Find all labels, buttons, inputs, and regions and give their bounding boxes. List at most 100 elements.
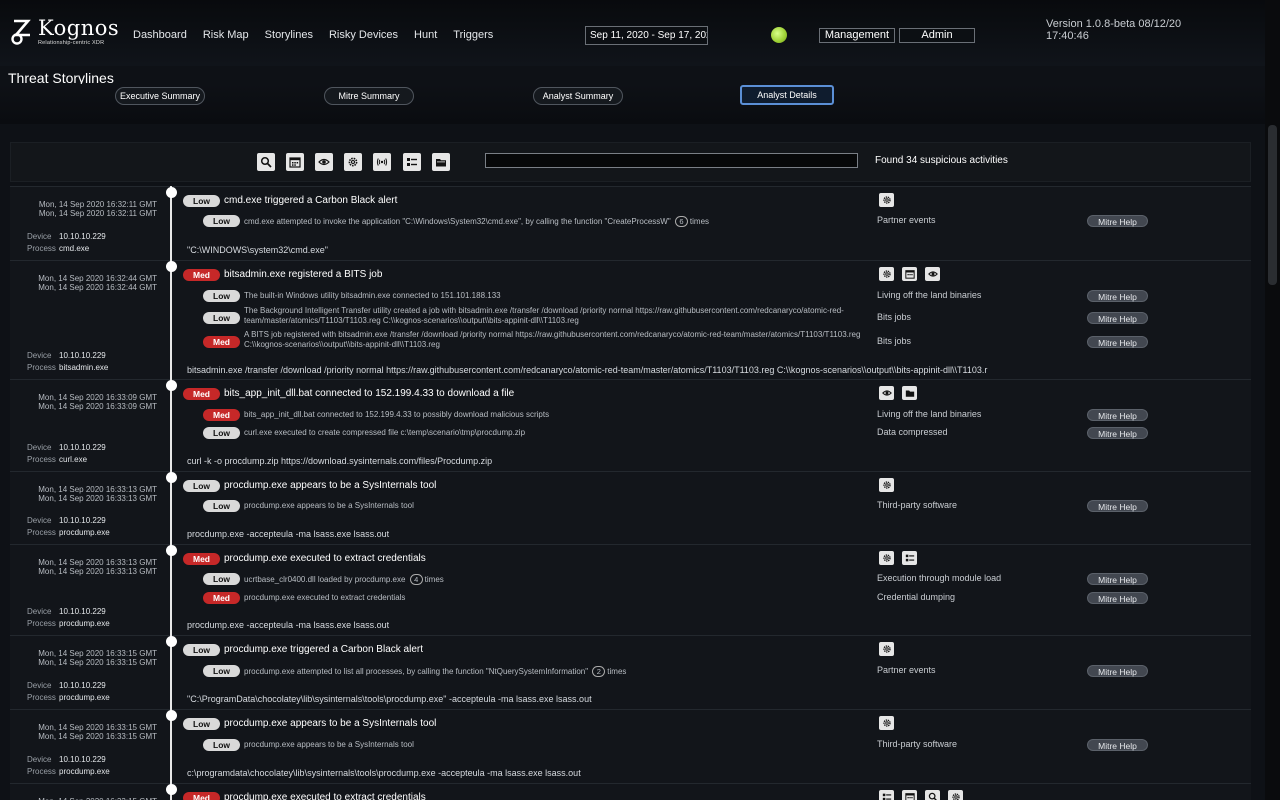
storyline-title[interactable]: procdump.exe appears to be a SysInternal… [224,480,436,491]
storyline-title[interactable]: procdump.exe executed to extract credent… [224,792,426,800]
role-management-button[interactable]: Management [819,28,895,43]
folder-icon[interactable] [902,386,917,400]
role-admin-button[interactable]: Admin [899,28,975,43]
storyline-title[interactable]: bits_app_init_dll.bat connected to 152.1… [224,388,514,399]
process-value[interactable]: bitsadmin.exe [59,363,108,372]
search-icon[interactable] [925,790,940,800]
device-value[interactable]: 10.10.10.229 [59,232,106,241]
mitre-help-button[interactable]: Mitre Help [1087,739,1148,751]
activity-description: curl.exe executed to create compressed f… [244,428,526,437]
gear-icon[interactable] [879,193,894,207]
process-value[interactable]: cmd.exe [59,244,89,253]
date-range-picker[interactable]: Sep 11, 2020 - Sep 17, 2020 [585,26,708,45]
mitre-help-button[interactable]: Mitre Help [1087,573,1148,585]
device-value[interactable]: 10.10.10.229 [59,516,106,525]
storyline-row[interactable]: Mon, 14 Sep 2020 16:32:44 GMT Mon, 14 Sep… [10,260,1251,379]
nav-risky-devices[interactable]: Risky Devices [329,29,398,41]
device-label: Device [27,681,52,690]
process-label: Process [27,363,56,372]
storyline-title[interactable]: bitsadmin.exe registered a BITS job [224,269,382,280]
end-timestamp: Mon, 14 Sep 2020 16:33:13 GMT [38,494,157,503]
storyline-row[interactable]: Mon, 14 Sep 2020 16:33:15 GMT Mon, 14 Sep… [10,635,1251,709]
mitre-help-button[interactable]: Mitre Help [1087,592,1148,604]
mitre-help-button[interactable]: Mitre Help [1087,427,1148,439]
timeline-node [166,710,177,721]
device-value[interactable]: 10.10.10.229 [59,681,106,690]
tab-analyst-details[interactable]: Analyst Details [740,85,834,105]
process-value[interactable]: procdump.exe [59,767,110,776]
main-nav: Dashboard Risk Map Storylines Risky Devi… [133,29,509,41]
tab-analyst-summary[interactable]: Analyst Summary [533,87,623,105]
list-icon[interactable] [902,551,917,565]
device-value[interactable]: 10.10.10.229 [59,351,106,360]
process-value[interactable]: curl.exe [59,455,87,464]
timeline-node [166,545,177,556]
process-value[interactable]: procdump.exe [59,693,110,702]
eye-icon[interactable] [315,153,333,171]
mitre-help-button[interactable]: Mitre Help [1087,336,1148,348]
calendar-icon[interactable] [902,267,917,281]
logo[interactable]: Kognos Relationship-centric XDR [10,18,119,46]
gear-icon[interactable] [948,790,963,800]
mitre-help-button[interactable]: Mitre Help [1087,312,1148,324]
mitre-help-button[interactable]: Mitre Help [1087,290,1148,302]
timeline-node [166,472,177,483]
tab-mitre-summary[interactable]: Mitre Summary [324,87,414,105]
storyline-row[interactable]: Mon, 14 Sep 2020 16:32:11 GMT Mon, 14 Sep… [10,186,1251,260]
device-value[interactable]: 10.10.10.229 [59,607,106,616]
gear-icon[interactable] [879,267,894,281]
mitre-help-button[interactable]: Mitre Help [1087,215,1148,227]
storyline-row[interactable]: Mon, 14 Sep 2020 16:33:13 GMT Mon, 14 Sep… [10,471,1251,544]
end-timestamp: Mon, 14 Sep 2020 16:33:15 GMT [38,732,157,741]
eye-icon[interactable] [925,267,940,281]
activity-description: procdump.exe executed to extract credent… [244,593,406,602]
mitre-help-button[interactable]: Mitre Help [1087,665,1148,677]
scrollbar[interactable] [1265,0,1280,800]
calendar-icon[interactable] [902,790,917,800]
storyline-title[interactable]: cmd.exe triggered a Carbon Black alert [224,195,397,206]
nav-dashboard[interactable]: Dashboard [133,29,187,41]
process-value[interactable]: procdump.exe [59,528,110,537]
severity-badge: Low [183,480,220,492]
device-value[interactable]: 10.10.10.229 [59,443,106,452]
device-value[interactable]: 10.10.10.229 [59,755,106,764]
scrollbar-thumb[interactable] [1268,125,1277,285]
results-count: Found 34 suspicious activities [875,155,1008,166]
calendar-icon[interactable] [286,153,304,171]
storyline-title[interactable]: procdump.exe triggered a Carbon Black al… [224,644,423,655]
storyline-row[interactable]: Mon, 14 Sep 2020 16:33:15 GMT Mon, 14 Sep… [10,709,1251,783]
process-value[interactable]: procdump.exe [59,619,110,628]
nav-risk-map[interactable]: Risk Map [203,29,249,41]
storyline-row[interactable]: Mon, 14 Sep 2020 16:33:15 GMTMedprocdump… [10,783,1251,800]
gear-icon[interactable] [879,716,894,730]
storyline-title[interactable]: procdump.exe appears to be a SysInternal… [224,718,436,729]
kognos-logo-icon [10,18,34,46]
eye-icon[interactable] [879,386,894,400]
storyline-row[interactable]: Mon, 14 Sep 2020 16:33:09 GMT Mon, 14 Sep… [10,379,1251,471]
search-input[interactable] [485,153,858,168]
list-icon[interactable] [879,790,894,800]
gear-icon[interactable] [344,153,362,171]
mitre-help-button[interactable]: Mitre Help [1087,500,1148,512]
broadcast-icon[interactable] [373,153,391,171]
gear-icon[interactable] [879,478,894,492]
nav-triggers[interactable]: Triggers [453,29,493,41]
storyline-title[interactable]: procdump.exe executed to extract credent… [224,553,426,564]
search-icon[interactable] [257,153,275,171]
technique-category: Bits jobs [877,336,912,346]
tab-executive-summary[interactable]: Executive Summary [115,87,205,105]
list-icon[interactable] [403,153,421,171]
gear-icon[interactable] [879,551,894,565]
technique-category: Bits jobs [877,312,912,322]
end-timestamp: Mon, 14 Sep 2020 16:32:44 GMT [38,283,157,292]
folder-icon[interactable] [432,153,450,171]
nav-hunt[interactable]: Hunt [414,29,437,41]
nav-storylines[interactable]: Storylines [265,29,313,41]
storyline-row[interactable]: Mon, 14 Sep 2020 16:33:13 GMT Mon, 14 Sep… [10,544,1251,635]
gear-icon[interactable] [879,642,894,656]
sub-severity-badge: Low [203,739,240,751]
severity-badge: Low [183,644,220,656]
activity-description: procdump.exe attempted to list all proce… [244,666,627,677]
mitre-help-button[interactable]: Mitre Help [1087,409,1148,421]
occurrence-count: 2 [592,666,606,677]
